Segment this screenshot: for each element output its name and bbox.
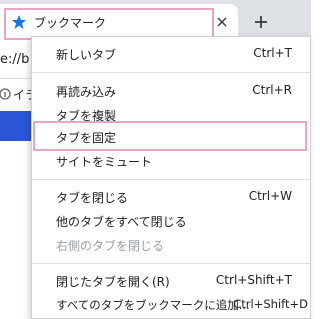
menu-separator [32,263,310,264]
menu-separator [32,72,310,73]
bookmark-favicon-icon [0,88,11,100]
tab-title: ブックマーク [34,16,107,30]
menu-item-label: 再読み込み [56,85,117,99]
menu-item-reopen-closed-tab[interactable]: 閉じたタブを開く(R) Ctrl+Shift+T [32,269,310,293]
address-bar-fragment[interactable]: e://b [0,52,29,67]
menu-item-mute-site[interactable]: サイトをミュート [32,149,310,173]
menu-item-shortcut: Ctrl+Shift+T [215,273,292,287]
menu-separator [32,179,310,180]
menu-item-label: 閉じたタブを開く(R) [56,275,170,289]
menu-item-shortcut: Ctrl+R [252,83,292,97]
menu-item-shortcut: Ctrl+Shift+D [233,297,308,311]
menu-item-label: 新しいタブ [56,48,117,62]
menu-item-label: 右側のタブを閉じる [56,239,165,253]
menu-item-close-tabs-right: 右側のタブを閉じる [32,233,310,257]
menu-item-new-tab[interactable]: 新しいタブ Ctrl+T [32,42,310,66]
menu-item-shortcut: Ctrl+T [253,46,292,60]
menu-item-shortcut: Ctrl+W [248,189,292,203]
menu-item-reload[interactable]: 再読み込み Ctrl+R [32,79,310,103]
menu-item-label: タブを閉じる [56,191,129,205]
plus-icon[interactable] [254,15,268,29]
menu-item-label: すべてのタブをブックマークに追加... [56,298,250,312]
star-icon [12,15,26,29]
menu-item-bookmark-all-tabs[interactable]: すべてのタブをブックマークに追加... Ctrl+Shift+D [32,293,310,317]
close-icon[interactable] [216,16,228,28]
menu-item-close-tab[interactable]: タブを閉じる Ctrl+W [32,185,310,209]
menu-item-close-other-tabs[interactable]: 他のタブをすべて閉じる [32,209,310,233]
menu-item-label: 他のタブをすべて閉じる [56,215,187,229]
pin-tab-highlight-box [33,121,307,151]
menu-item-label: サイトをミュート [56,155,153,169]
tab-context-menu: 新しいタブ Ctrl+T 再読み込み Ctrl+R タブを複製 タブを固定 サイ… [31,36,311,319]
